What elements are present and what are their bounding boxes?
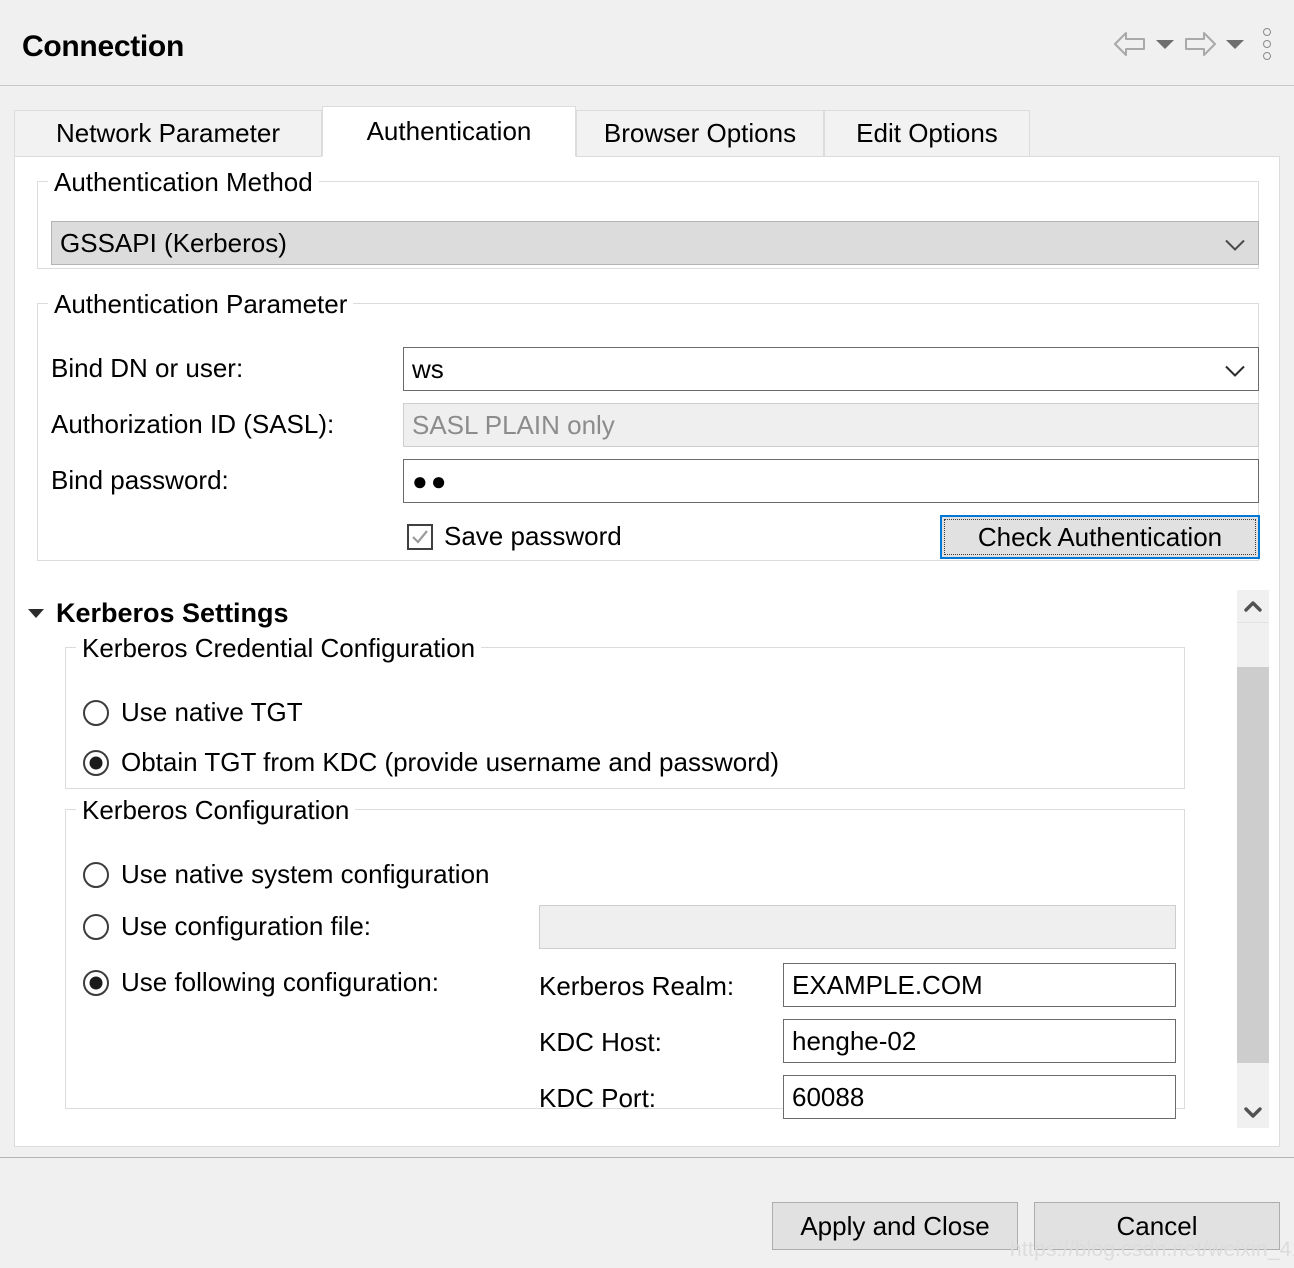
kerberos-realm-label: Kerberos Realm: [539, 971, 735, 1001]
chevron-down-icon [1224, 354, 1246, 385]
tab-browser-options[interactable]: Browser Options [576, 110, 824, 156]
radio-icon [83, 861, 109, 888]
kdc-port-label: KDC Port: [539, 1083, 657, 1113]
kerberos-settings-section-header[interactable]: Kerberos Settings [28, 598, 289, 629]
radio-label: Use configuration file: [121, 911, 372, 941]
title-bar-toolbar [1110, 22, 1284, 66]
radio-use-native-system-configuration[interactable]: Use native system configuration [83, 859, 490, 890]
authentication-method-combo[interactable]: GSSAPI (Kerberos) [51, 221, 1259, 265]
page-title: Connection [22, 30, 184, 63]
tab-bar: Network Parameter Authentication Browser… [14, 106, 1280, 157]
kerberos-configuration-group: Kerberos Configuration [65, 795, 1185, 1109]
chevron-up-icon [1244, 600, 1262, 612]
back-arrow-icon[interactable] [1110, 24, 1150, 64]
check-authentication-button[interactable]: Check Authentication [940, 515, 1260, 559]
bind-dn-label: Bind DN or user: [51, 353, 244, 383]
tab-authentication[interactable]: Authentication [322, 106, 576, 157]
authorization-id-value: SASL PLAIN only [412, 409, 615, 440]
configuration-file-input [539, 905, 1176, 949]
tab-label: Network Parameter [56, 118, 280, 148]
group-title: Authentication Method [48, 167, 319, 198]
bind-dn-input[interactable]: ws [403, 347, 1259, 391]
checkmark-icon [407, 523, 433, 550]
radio-icon [83, 913, 109, 940]
radio-icon-selected [83, 969, 109, 996]
apply-and-close-label: Apply and Close [800, 1210, 990, 1241]
authorization-id-input: SASL PLAIN only [403, 403, 1259, 447]
triangle-down-icon[interactable] [28, 609, 44, 618]
kdc-host-label: KDC Host: [539, 1027, 662, 1057]
forward-history-chevron-down-icon[interactable] [1220, 24, 1250, 64]
kerberos-realm-value: EXAMPLE.COM [792, 969, 983, 1000]
kdc-host-input[interactable]: henghe-02 [783, 1019, 1176, 1063]
back-history-chevron-down-icon[interactable] [1150, 24, 1180, 64]
tab-network-parameter[interactable]: Network Parameter [14, 110, 322, 156]
radio-icon [83, 699, 109, 726]
radio-use-configuration-file[interactable]: Use configuration file: [83, 911, 371, 942]
kerberos-settings-scrollbar[interactable] [1237, 590, 1269, 1128]
radio-label: Use native TGT [121, 697, 303, 727]
scrollbar-thumb[interactable] [1237, 667, 1269, 1063]
apply-and-close-button[interactable]: Apply and Close [772, 1202, 1018, 1250]
kerberos-realm-input[interactable]: EXAMPLE.COM [783, 963, 1176, 1007]
bind-password-label: Bind password: [51, 465, 229, 495]
kdc-port-value: 60088 [792, 1081, 865, 1112]
radio-label: Obtain TGT from KDC (provide username an… [121, 747, 779, 777]
radio-obtain-tgt-from-kdc[interactable]: Obtain TGT from KDC (provide username an… [83, 747, 779, 778]
focus-ring [944, 519, 1256, 555]
radio-icon-selected [83, 749, 109, 776]
tab-label: Authentication [366, 116, 532, 146]
group-title: Kerberos Credential Configuration [76, 633, 482, 664]
vertical-dots-menu-icon[interactable] [1250, 22, 1284, 66]
kdc-host-value: henghe-02 [792, 1025, 917, 1056]
bind-password-value: ●● [412, 465, 450, 496]
tab-label: Edit Options [856, 118, 998, 148]
tab-edit-options[interactable]: Edit Options [824, 110, 1030, 156]
bind-dn-value: ws [412, 353, 444, 384]
forward-arrow-icon[interactable] [1180, 24, 1220, 64]
authentication-tab-panel: Authentication Method GSSAPI (Kerberos) … [14, 156, 1280, 1147]
scroll-down-button[interactable] [1237, 1096, 1269, 1128]
radio-label: Use following configuration: [121, 967, 439, 997]
cancel-label: Cancel [1116, 1210, 1198, 1241]
radio-label: Use native system configuration [121, 859, 490, 889]
tab-label: Browser Options [603, 118, 797, 148]
group-title: Kerberos Configuration [76, 795, 356, 826]
watermark-text: https://blog.csdn.net/weixin_41609807 [1010, 1238, 1294, 1261]
scroll-up-button[interactable] [1237, 590, 1269, 623]
chevron-down-icon [1224, 228, 1246, 259]
kdc-port-input[interactable]: 60088 [783, 1075, 1176, 1119]
dialog-title-bar: Connection [0, 0, 1294, 86]
radio-use-following-configuration[interactable]: Use following configuration: [83, 967, 439, 998]
save-password-label: Save password [444, 521, 622, 551]
authentication-method-value: GSSAPI (Kerberos) [60, 227, 287, 258]
kerberos-settings-label: Kerberos Settings [56, 598, 289, 628]
authorization-id-label: Authorization ID (SASL): [51, 409, 335, 439]
radio-use-native-tgt[interactable]: Use native TGT [83, 697, 303, 728]
bind-password-input[interactable]: ●● [403, 459, 1259, 503]
chevron-down-icon [1244, 1106, 1262, 1118]
group-title: Authentication Parameter [48, 289, 354, 320]
save-password-checkbox[interactable]: Save password [407, 521, 622, 552]
